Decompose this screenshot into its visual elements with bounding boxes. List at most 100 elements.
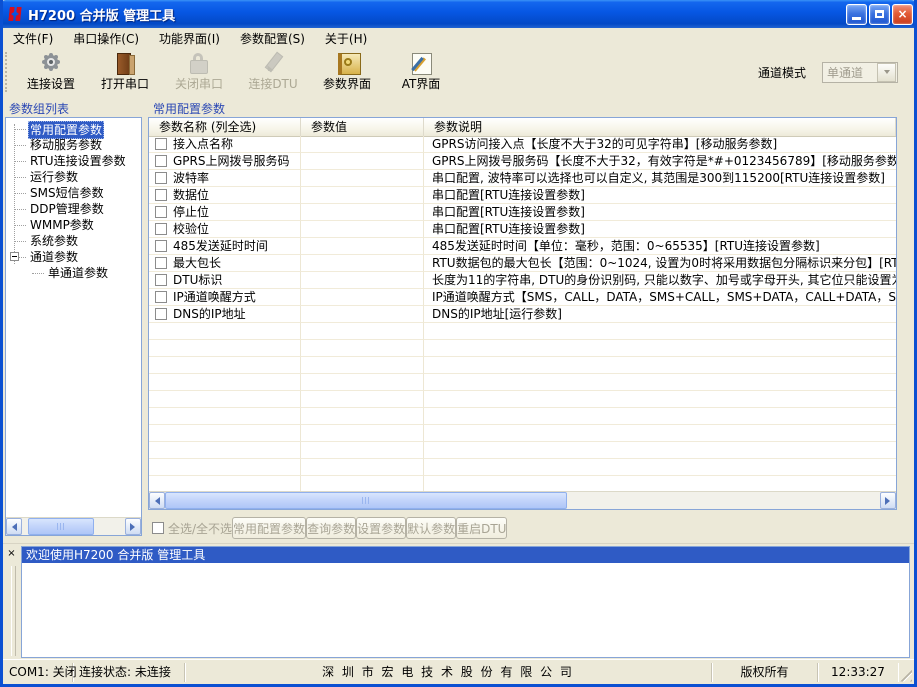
table-row[interactable]: 接入点名称 GPRS访问接入点【长度不大于32的可见字符串】[移动服务参数] — [149, 136, 896, 153]
table-row[interactable]: 停止位 串口配置[RTU连接设置参数] — [149, 204, 896, 221]
log-splitter-grip[interactable] — [11, 566, 16, 656]
maximize-button[interactable] — [869, 4, 890, 25]
footer-button[interactable]: 设置参数 — [356, 517, 406, 539]
tree-item-label: 单通道参数 — [46, 265, 110, 281]
menu-item[interactable]: 关于(H) — [315, 28, 377, 49]
param-value[interactable] — [301, 221, 424, 238]
tree-item[interactable]: 运行参数 — [6, 169, 141, 185]
param-value[interactable] — [301, 170, 424, 187]
table-row[interactable]: 数据位 串口配置[RTU连接设置参数] — [149, 187, 896, 204]
footer-button[interactable]: 常用配置参数 — [232, 517, 306, 539]
toolbar-grip[interactable] — [5, 52, 12, 92]
select-all-checkbox[interactable] — [152, 522, 164, 534]
menu-item[interactable]: 功能界面(I) — [149, 28, 230, 49]
row-checkbox[interactable] — [155, 274, 167, 286]
footer-button[interactable]: 默认参数 — [406, 517, 456, 539]
toolbar-button-label: 连接设置 — [27, 75, 75, 92]
param-value[interactable] — [301, 187, 424, 204]
close-button[interactable]: × — [892, 4, 913, 25]
resize-grip[interactable] — [898, 668, 912, 682]
tree-item-label: RTU连接设置参数 — [28, 153, 128, 169]
log-message[interactable]: 欢迎使用H7200 合并版 管理工具 — [22, 547, 909, 563]
titlebar[interactable]: H7200 合并版 管理工具 × — [0, 0, 917, 28]
table-row-empty — [149, 340, 896, 357]
toolbar-button-label: AT界面 — [402, 75, 441, 92]
status-com-port: COM1: 关闭 — [3, 663, 73, 682]
param-value[interactable] — [301, 255, 424, 272]
param-value[interactable] — [301, 153, 424, 170]
table-horizontal-scrollbar[interactable] — [149, 491, 896, 509]
tree-item[interactable]: 通道参数 — [6, 249, 141, 265]
tree-item[interactable]: RTU连接设置参数 — [6, 153, 141, 169]
row-checkbox[interactable] — [155, 138, 167, 150]
scrollbar-thumb[interactable] — [28, 518, 94, 535]
footer-button[interactable]: 查询参数 — [306, 517, 356, 539]
row-checkbox[interactable] — [155, 206, 167, 218]
menu-item[interactable]: 文件(F) — [3, 28, 63, 49]
app-window: H7200 合并版 管理工具 × 文件(F) 串口操作(C) 功能界面(I) 参… — [0, 0, 917, 687]
table-row[interactable]: 校验位 串口配置[RTU连接设置参数] — [149, 221, 896, 238]
table-row[interactable]: 最大包长 RTU数据包的最大包长【范围：0~1024, 设置为0时将采用数据包分… — [149, 255, 896, 272]
footer-button[interactable]: 重启DTU — [456, 517, 507, 539]
gear-icon — [38, 51, 64, 72]
row-checkbox[interactable] — [155, 308, 167, 320]
tree-item[interactable]: DDP管理参数 — [6, 201, 141, 217]
tree-expander-minus-icon[interactable] — [10, 252, 19, 261]
table-row[interactable]: 波特率 串口配置, 波特率可以选择也可以自定义, 其范围是300到115200[… — [149, 170, 896, 187]
param-value[interactable] — [301, 238, 424, 255]
column-header-value[interactable]: 参数值 — [301, 118, 424, 136]
row-checkbox[interactable] — [155, 223, 167, 235]
row-checkbox[interactable] — [155, 172, 167, 184]
table-row[interactable]: 485发送延时时间 485发送延时时间【单位：毫秒，范围：0~65535】[RT… — [149, 238, 896, 255]
channel-mode-select[interactable]: 单通道 — [822, 62, 898, 83]
sidebar-horizontal-scrollbar[interactable] — [6, 517, 141, 535]
param-desc: 串口配置, 波特率可以选择也可以自定义, 其范围是300到115200[RTU连… — [424, 170, 896, 187]
scroll-left-icon[interactable] — [149, 492, 165, 509]
toolbar-button[interactable]: AT界面 — [384, 48, 458, 96]
param-value[interactable] — [301, 136, 424, 153]
minimize-button[interactable] — [846, 4, 867, 25]
tree-item[interactable]: 常用配置参数 — [6, 121, 141, 137]
param-value[interactable] — [301, 289, 424, 306]
menu-item[interactable]: 参数配置(S) — [230, 28, 315, 49]
param-value[interactable] — [301, 204, 424, 221]
column-header-desc[interactable]: 参数说明 — [424, 118, 896, 136]
table-row[interactable]: GPRS上网拨号服务码 GPRS上网拨号服务码【长度不大于32，有效字符是*#+… — [149, 153, 896, 170]
toolbar-button[interactable]: 关闭串口 — [162, 48, 236, 96]
app-logo-icon — [7, 6, 23, 22]
scroll-right-icon[interactable] — [880, 492, 896, 509]
scroll-left-icon[interactable] — [6, 518, 22, 535]
table-row[interactable]: DNS的IP地址 DNS的IP地址[运行参数] — [149, 306, 896, 323]
toolbar-button[interactable]: 连接设置 — [14, 48, 88, 96]
table-row[interactable]: IP通道唤醒方式 IP通道唤醒方式【SMS，CALL，DATA，SMS+CALL… — [149, 289, 896, 306]
log-close-icon[interactable]: × — [5, 548, 18, 561]
tree-item[interactable]: 移动服务参数 — [6, 137, 141, 153]
param-value[interactable] — [301, 272, 424, 289]
table-body: 接入点名称 GPRS访问接入点【长度不大于32的可见字符串】[移动服务参数] G… — [149, 136, 896, 492]
table-row[interactable]: DTU标识 长度为11的字符串, DTU的身份识别码, 只能以数字、加号或字母开… — [149, 272, 896, 289]
tree-item[interactable]: SMS短信参数 — [6, 185, 141, 201]
param-value[interactable] — [301, 306, 424, 323]
row-checkbox[interactable] — [155, 291, 167, 303]
param-desc: IP通道唤醒方式【SMS，CALL，DATA，SMS+CALL，SMS+DATA… — [424, 289, 896, 306]
toolbar-button[interactable]: 打开串口 — [88, 48, 162, 96]
tree-item[interactable]: 单通道参数 — [6, 265, 141, 281]
param-name: 停止位 — [173, 204, 209, 221]
sidebar-caption: 参数组列表 — [9, 100, 69, 117]
row-checkbox[interactable] — [155, 189, 167, 201]
toolbar-button[interactable]: 连接DTU — [236, 48, 310, 96]
chevron-down-icon[interactable] — [877, 63, 896, 82]
tree-item[interactable]: 系统参数 — [6, 233, 141, 249]
param-name: IP通道唤醒方式 — [173, 289, 256, 306]
toolbar-button[interactable]: 参数界面 — [310, 48, 384, 96]
row-checkbox[interactable] — [155, 240, 167, 252]
column-header-name[interactable]: 参数名称 (列全选) — [149, 118, 301, 136]
tree-item[interactable]: WMMP参数 — [6, 217, 141, 233]
status-company: 深 圳 市 宏 电 技 术 股 份 有 限 公 司 — [185, 663, 712, 682]
scroll-right-icon[interactable] — [125, 518, 141, 535]
row-checkbox[interactable] — [155, 155, 167, 167]
param-desc: 串口配置[RTU连接设置参数] — [424, 204, 896, 221]
menu-item[interactable]: 串口操作(C) — [63, 28, 149, 49]
scrollbar-thumb[interactable] — [165, 492, 567, 509]
row-checkbox[interactable] — [155, 257, 167, 269]
